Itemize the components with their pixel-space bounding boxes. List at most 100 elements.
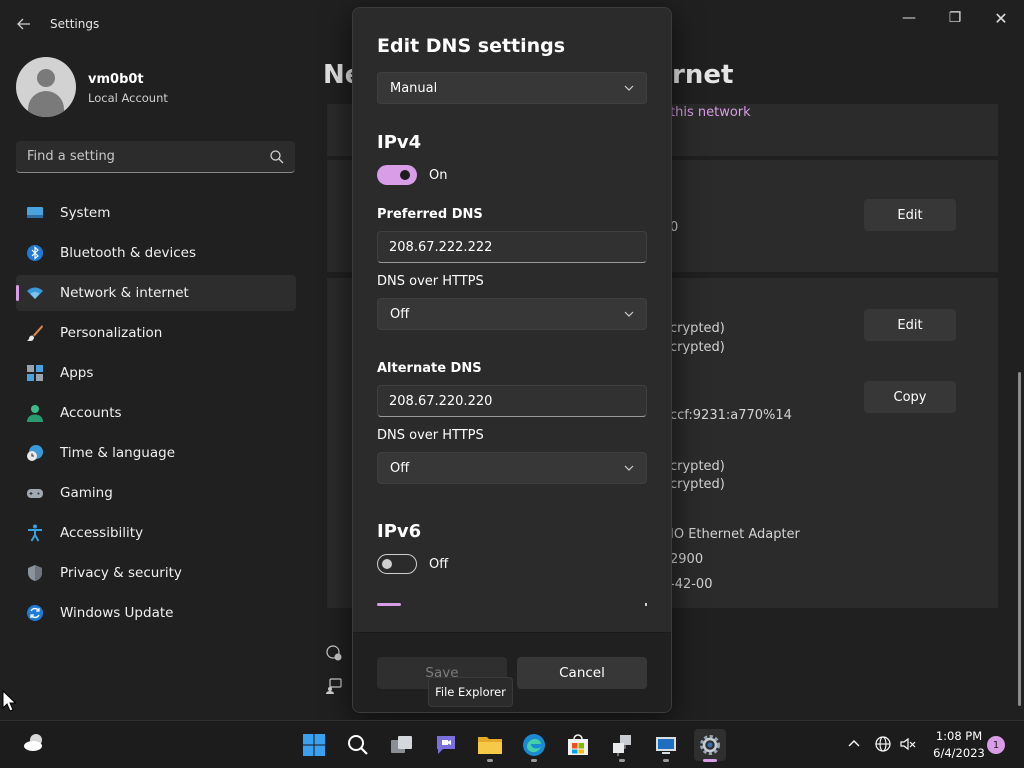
apps-icon xyxy=(27,365,43,381)
settings-icon xyxy=(700,735,720,755)
text-fragment: crypted) xyxy=(670,459,725,474)
refresh-icon xyxy=(27,605,43,621)
monitor-icon xyxy=(27,207,43,218)
sidebar-nav: System Bluetooth & devices Network & int… xyxy=(16,195,296,635)
tooltip: File Explorer xyxy=(428,677,513,707)
sidebar-item-apps[interactable]: Apps xyxy=(16,355,296,391)
ipv6-heading: IPv6 xyxy=(377,521,422,542)
sidebar-item-label: Apps xyxy=(60,365,94,381)
dns-mode-value: Manual xyxy=(390,81,438,96)
clock-time[interactable]: 1:08 PM xyxy=(928,729,990,743)
volume-muted-icon[interactable] xyxy=(899,735,917,753)
alternate-doh-value: Off xyxy=(390,461,410,476)
chevron-up-icon[interactable] xyxy=(845,735,863,753)
scrollbar-thumb[interactable] xyxy=(1018,372,1021,706)
sidebar-item-privacy[interactable]: Privacy & security xyxy=(16,555,296,591)
running-indicator xyxy=(663,759,669,762)
globe-icon[interactable] xyxy=(874,735,892,753)
text-fragment: 2900 xyxy=(670,552,704,567)
taskbar: 1:08 PM 6/4/2023 1 xyxy=(0,720,1024,768)
app-title: Settings xyxy=(50,17,100,31)
minimize-button[interactable]: — xyxy=(886,4,932,32)
dns-mode-dropdown[interactable]: Manual xyxy=(377,72,647,104)
alternate-dns-input[interactable] xyxy=(377,385,647,417)
sidebar-item-time-language[interactable]: Time & language xyxy=(16,435,296,471)
start-button[interactable] xyxy=(298,729,330,761)
running-indicator-active xyxy=(703,759,717,762)
clock-date[interactable]: 6/4/2023 xyxy=(928,746,990,760)
avatar-head-shape xyxy=(37,69,55,87)
alternate-doh-dropdown[interactable]: Off xyxy=(377,452,647,484)
preferred-dns-input[interactable] xyxy=(377,231,647,263)
sidebar-item-windows-update[interactable]: Windows Update xyxy=(16,595,296,631)
network-connections-button[interactable] xyxy=(606,729,638,761)
taskbar-search-button[interactable] xyxy=(342,729,374,761)
sidebar-item-label: Privacy & security xyxy=(60,565,182,581)
close-button[interactable]: ✕ xyxy=(978,4,1024,32)
edge-icon xyxy=(523,734,545,756)
ipv4-toggle[interactable] xyxy=(377,165,417,185)
text-fragment: crypted) xyxy=(670,477,725,492)
network-link-fragment[interactable]: this network xyxy=(670,105,751,120)
sidebar-item-label: Bluetooth & devices xyxy=(60,245,197,261)
back-button[interactable] xyxy=(12,12,36,36)
ipv6-toggle-state: Off xyxy=(429,557,449,572)
avatar[interactable] xyxy=(16,57,76,117)
chevron-down-icon xyxy=(624,311,634,317)
accessibility-icon xyxy=(28,524,42,542)
notification-badge[interactable]: 1 xyxy=(987,736,1005,754)
account-type: Local Account xyxy=(88,91,168,105)
running-indicator xyxy=(619,759,625,762)
ipv6-toggle[interactable] xyxy=(377,554,417,574)
start-icon xyxy=(303,734,325,756)
text-fragment: crypted) xyxy=(670,321,725,336)
bluetooth-icon xyxy=(27,245,43,261)
edit-button[interactable]: Edit xyxy=(864,199,956,231)
sidebar-item-label: Windows Update xyxy=(60,605,174,621)
edge-button[interactable] xyxy=(518,729,550,761)
search-icon[interactable] xyxy=(269,149,285,165)
ipv4-heading: IPv4 xyxy=(377,132,422,153)
remote-desktop-button[interactable] xyxy=(650,729,682,761)
sidebar-item-label: Network & internet xyxy=(60,285,189,301)
search-box xyxy=(16,141,295,173)
sidebar-item-bluetooth[interactable]: Bluetooth & devices xyxy=(16,235,296,271)
task-view-button[interactable] xyxy=(386,729,418,761)
preferred-dns-label: Preferred DNS xyxy=(377,207,483,222)
feedback-icon[interactable] xyxy=(325,677,343,695)
text-fragment: ccf:9231:a770%14 xyxy=(670,408,792,423)
sidebar-item-label: Gaming xyxy=(60,485,113,501)
sidebar-item-label: Accessibility xyxy=(60,525,144,541)
weather-icon[interactable] xyxy=(22,732,46,754)
sidebar-item-label: Time & language xyxy=(60,445,176,461)
running-indicator xyxy=(487,759,493,762)
maximize-button[interactable]: ❐ xyxy=(932,4,978,32)
file-explorer-icon xyxy=(478,737,502,754)
edit-button[interactable]: Edit xyxy=(864,309,956,341)
settings-app-button[interactable] xyxy=(694,729,726,761)
sidebar-item-gaming[interactable]: Gaming xyxy=(16,475,296,511)
cancel-button[interactable]: Cancel xyxy=(517,657,647,689)
preferred-doh-value: Off xyxy=(390,307,410,322)
sidebar-item-accounts[interactable]: Accounts xyxy=(16,395,296,431)
sidebar-item-label: Accounts xyxy=(60,405,122,421)
sidebar-item-system[interactable]: System xyxy=(16,195,296,231)
help-icon[interactable] xyxy=(325,644,343,662)
sidebar-item-personalization[interactable]: Personalization xyxy=(16,315,296,351)
copy-button[interactable]: Copy xyxy=(864,381,956,413)
sidebar-item-accessibility[interactable]: Accessibility xyxy=(16,515,296,551)
doh-label: DNS over HTTPS xyxy=(377,274,484,289)
alternate-dns-label: Alternate DNS xyxy=(377,361,482,376)
toggle-knob xyxy=(382,559,392,569)
network-connections-icon xyxy=(613,735,631,756)
chat-button[interactable] xyxy=(430,729,462,761)
preferred-doh-dropdown[interactable]: Off xyxy=(377,298,647,330)
shield-icon xyxy=(28,565,42,581)
store-button[interactable] xyxy=(562,729,594,761)
search-icon xyxy=(348,735,368,755)
search-input[interactable] xyxy=(16,141,266,172)
file-explorer-button[interactable] xyxy=(474,729,506,761)
gamepad-icon xyxy=(27,489,43,498)
sidebar-item-network[interactable]: Network & internet xyxy=(16,275,296,311)
wifi-icon xyxy=(27,287,43,299)
